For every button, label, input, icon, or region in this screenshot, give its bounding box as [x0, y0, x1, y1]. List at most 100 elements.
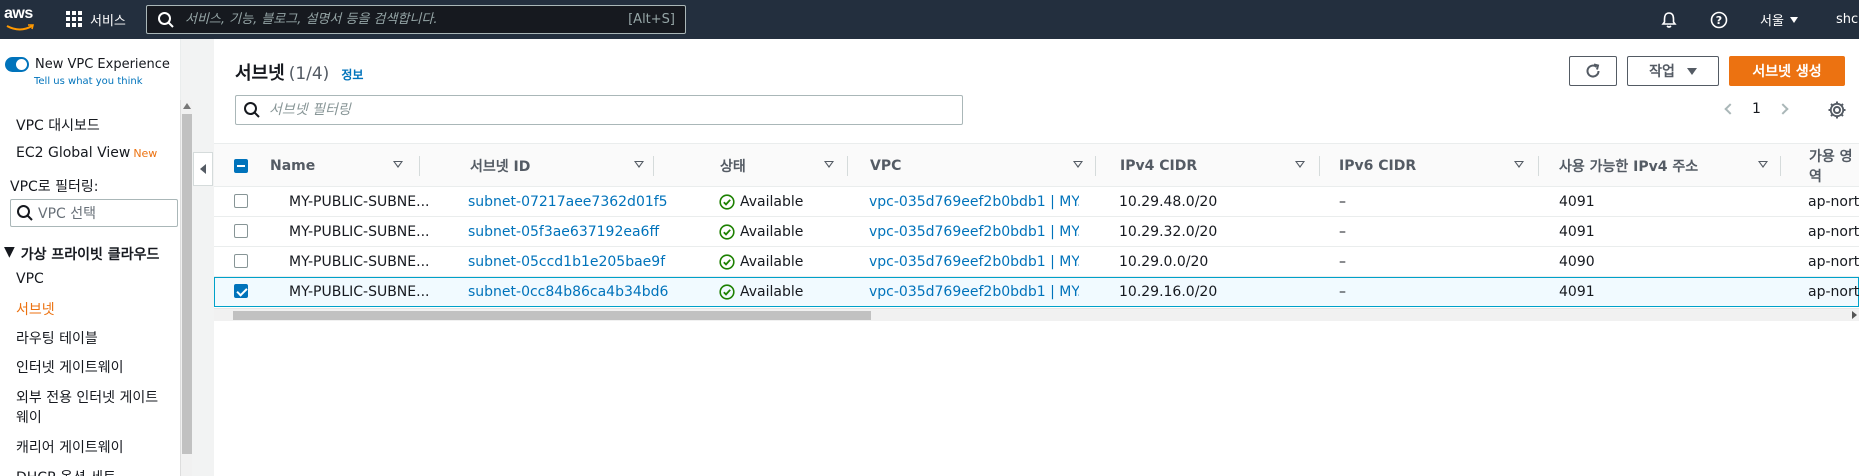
scroll-right-icon[interactable] [1852, 311, 1857, 319]
top-navigation: aws 서비스 [Alt+S] ? 서울 shch [0, 0, 1859, 39]
previous-page-icon[interactable] [1724, 103, 1736, 115]
subnet-id-link[interactable]: subnet-0cc84b86ca4b34bd6 [468, 277, 668, 307]
services-menu-button[interactable]: 서비스 [66, 9, 126, 29]
status-text: Available [740, 284, 804, 300]
ipv6-cidr: – [1339, 194, 1346, 210]
select-all-checkbox[interactable] [234, 159, 248, 173]
sidebar-section-vpc[interactable]: ▼ 가상 프라이빗 클라우드 [4, 244, 159, 264]
account-menu[interactable]: shch [1836, 0, 1859, 39]
sort-icon[interactable] [1758, 161, 1768, 168]
subnet-filter-input[interactable] [269, 102, 962, 118]
preferences-gear-icon[interactable] [1827, 100, 1847, 120]
column-header-availability-zone[interactable]: 가용 영역 [1809, 144, 1859, 188]
new-vpc-experience-toggle-row: New VPC Experience [5, 57, 170, 72]
subnet-id-link[interactable]: subnet-05ccd1b1e205bae9f [468, 247, 668, 277]
sidebar-item-label: EC2 Global View [16, 145, 131, 161]
sort-icon[interactable] [824, 161, 834, 168]
chevron-down-icon [1789, 16, 1798, 23]
vpc-filter-select[interactable]: VPC 선택 [10, 199, 178, 227]
actions-dropdown-button[interactable]: 작업 [1627, 56, 1719, 86]
column-header-available-ipv4[interactable]: 사용 가능한 IPv4 주소 [1559, 144, 1781, 188]
column-divider[interactable] [1538, 156, 1539, 176]
sidebar-scrollbar[interactable] [180, 100, 192, 476]
vpc-link[interactable]: vpc-035d769eef2b0bdb1 | MY... [869, 277, 1079, 307]
page-title: 서브넷 (1/4) 정보 [235, 59, 363, 85]
notifications-button[interactable] [1660, 0, 1678, 39]
account-label: shch [1836, 12, 1859, 27]
column-divider[interactable] [419, 156, 420, 176]
sidebar-item-ec2-global-view[interactable]: EC2 Global View New [16, 145, 157, 161]
sidebar-item-egress-only-igw-wrap[interactable]: 웨이 [16, 407, 42, 427]
subnet-filter[interactable] [235, 95, 963, 125]
subnet-id-link[interactable]: subnet-07217aee7362d01f5 [468, 187, 668, 217]
current-page[interactable]: 1 [1752, 101, 1761, 117]
create-subnet-button[interactable]: 서브넷 생성 [1729, 56, 1845, 86]
chevron-left-icon [200, 164, 206, 174]
availability-zone: ap-north [1808, 254, 1859, 270]
column-header-subnet-id[interactable]: 서브넷 ID [470, 144, 654, 188]
table-row-selected[interactable]: MY-PUBLIC-SUBNE... subnet-0cc84b86ca4b34… [214, 277, 1859, 307]
global-search-bar[interactable]: [Alt+S] [146, 5, 686, 34]
sort-icon[interactable] [393, 161, 403, 168]
column-divider[interactable] [1095, 156, 1096, 176]
table-row[interactable]: MY-PUBLIC-SUBNE... subnet-05f3ae637192ea… [214, 217, 1859, 247]
sort-icon[interactable] [1073, 161, 1083, 168]
sidebar-item-route-tables[interactable]: 라우팅 테이블 [16, 328, 98, 348]
table-horizontal-scrollbar[interactable] [214, 308, 1859, 321]
sidebar-item-carrier-gateways[interactable]: 캐리어 게이트웨이 [16, 437, 124, 457]
vpc-link[interactable]: vpc-035d769eef2b0bdb1 | MY... [869, 247, 1079, 277]
column-divider[interactable] [1780, 156, 1781, 176]
main-content: 서브넷 (1/4) 정보 작업 서브넷 생성 1 Name [214, 39, 1859, 476]
sidebar-item-egress-only-igw[interactable]: 외부 전용 인터넷 게이트 [16, 387, 158, 407]
table-scroll-thumb[interactable] [233, 311, 871, 320]
sidebar-item-subnets[interactable]: 서브넷 [16, 299, 55, 319]
sidebar-item-dhcp-option-sets[interactable]: DHCP 옵션 세트 [16, 467, 116, 476]
success-check-icon [719, 194, 735, 210]
scroll-up-icon[interactable] [183, 103, 191, 109]
sidebar-item-internet-gateways[interactable]: 인터넷 게이트웨이 [16, 357, 124, 377]
sidebar-scroll-thumb[interactable] [182, 114, 192, 454]
column-header-ipv6-cidr[interactable]: IPv6 CIDR [1339, 144, 1539, 188]
vpc-select-placeholder: VPC 선택 [38, 206, 97, 222]
info-link[interactable]: 정보 [341, 66, 363, 83]
region-selector[interactable]: 서울 [1760, 0, 1798, 39]
available-ipv4: 4091 [1559, 194, 1595, 210]
column-divider[interactable] [847, 156, 848, 176]
subnet-id-link[interactable]: subnet-05f3ae637192ea6ff [468, 217, 668, 247]
row-checkbox[interactable] [234, 194, 248, 208]
ipv4-cidr: 10.29.16.0/20 [1119, 284, 1218, 300]
availability-zone: ap-north [1808, 194, 1859, 210]
column-header-vpc[interactable]: VPC [870, 144, 1096, 188]
sort-icon[interactable] [1295, 161, 1305, 168]
table-row[interactable]: MY-PUBLIC-SUBNE... subnet-05ccd1b1e205ba… [214, 247, 1859, 277]
vpc-link[interactable]: vpc-035d769eef2b0bdb1 | MY... [869, 187, 1079, 217]
global-search-input[interactable] [175, 12, 629, 27]
sidebar-item-vpc-dashboard[interactable]: VPC 대시보드 [16, 115, 100, 135]
help-button[interactable]: ? [1710, 0, 1728, 39]
vpc-link[interactable]: vpc-035d769eef2b0bdb1 | MY... [869, 217, 1079, 247]
table-row[interactable]: MY-PUBLIC-SUBNE... subnet-07217aee7362d0… [214, 187, 1859, 217]
row-checkbox[interactable] [234, 284, 248, 298]
column-divider[interactable] [653, 156, 654, 176]
feedback-link[interactable]: Tell us what you think [34, 76, 143, 87]
services-grid-icon [66, 10, 83, 28]
caret-down-icon [1686, 67, 1697, 75]
column-header-name[interactable]: Name [270, 144, 420, 188]
row-checkbox[interactable] [234, 224, 248, 238]
sidebar-item-vpc[interactable]: VPC [16, 271, 44, 287]
row-checkbox[interactable] [234, 254, 248, 268]
collapse-sidebar-button[interactable] [193, 152, 213, 186]
refresh-button[interactable] [1569, 56, 1617, 86]
ipv4-cidr: 10.29.32.0/20 [1119, 224, 1218, 240]
column-label: 사용 가능한 IPv4 주소 [1559, 159, 1699, 175]
status-badge: Available [719, 187, 839, 217]
sort-icon[interactable] [634, 161, 644, 168]
column-header-state[interactable]: 상태 [720, 144, 848, 188]
new-vpc-experience-toggle[interactable] [5, 57, 29, 72]
sort-icon[interactable] [1514, 161, 1524, 168]
ipv6-cidr: – [1339, 224, 1346, 240]
next-page-icon[interactable] [1777, 103, 1789, 115]
aws-logo[interactable]: aws [4, 5, 38, 33]
column-header-ipv4-cidr[interactable]: IPv4 CIDR [1120, 144, 1320, 188]
column-divider[interactable] [1319, 156, 1320, 176]
